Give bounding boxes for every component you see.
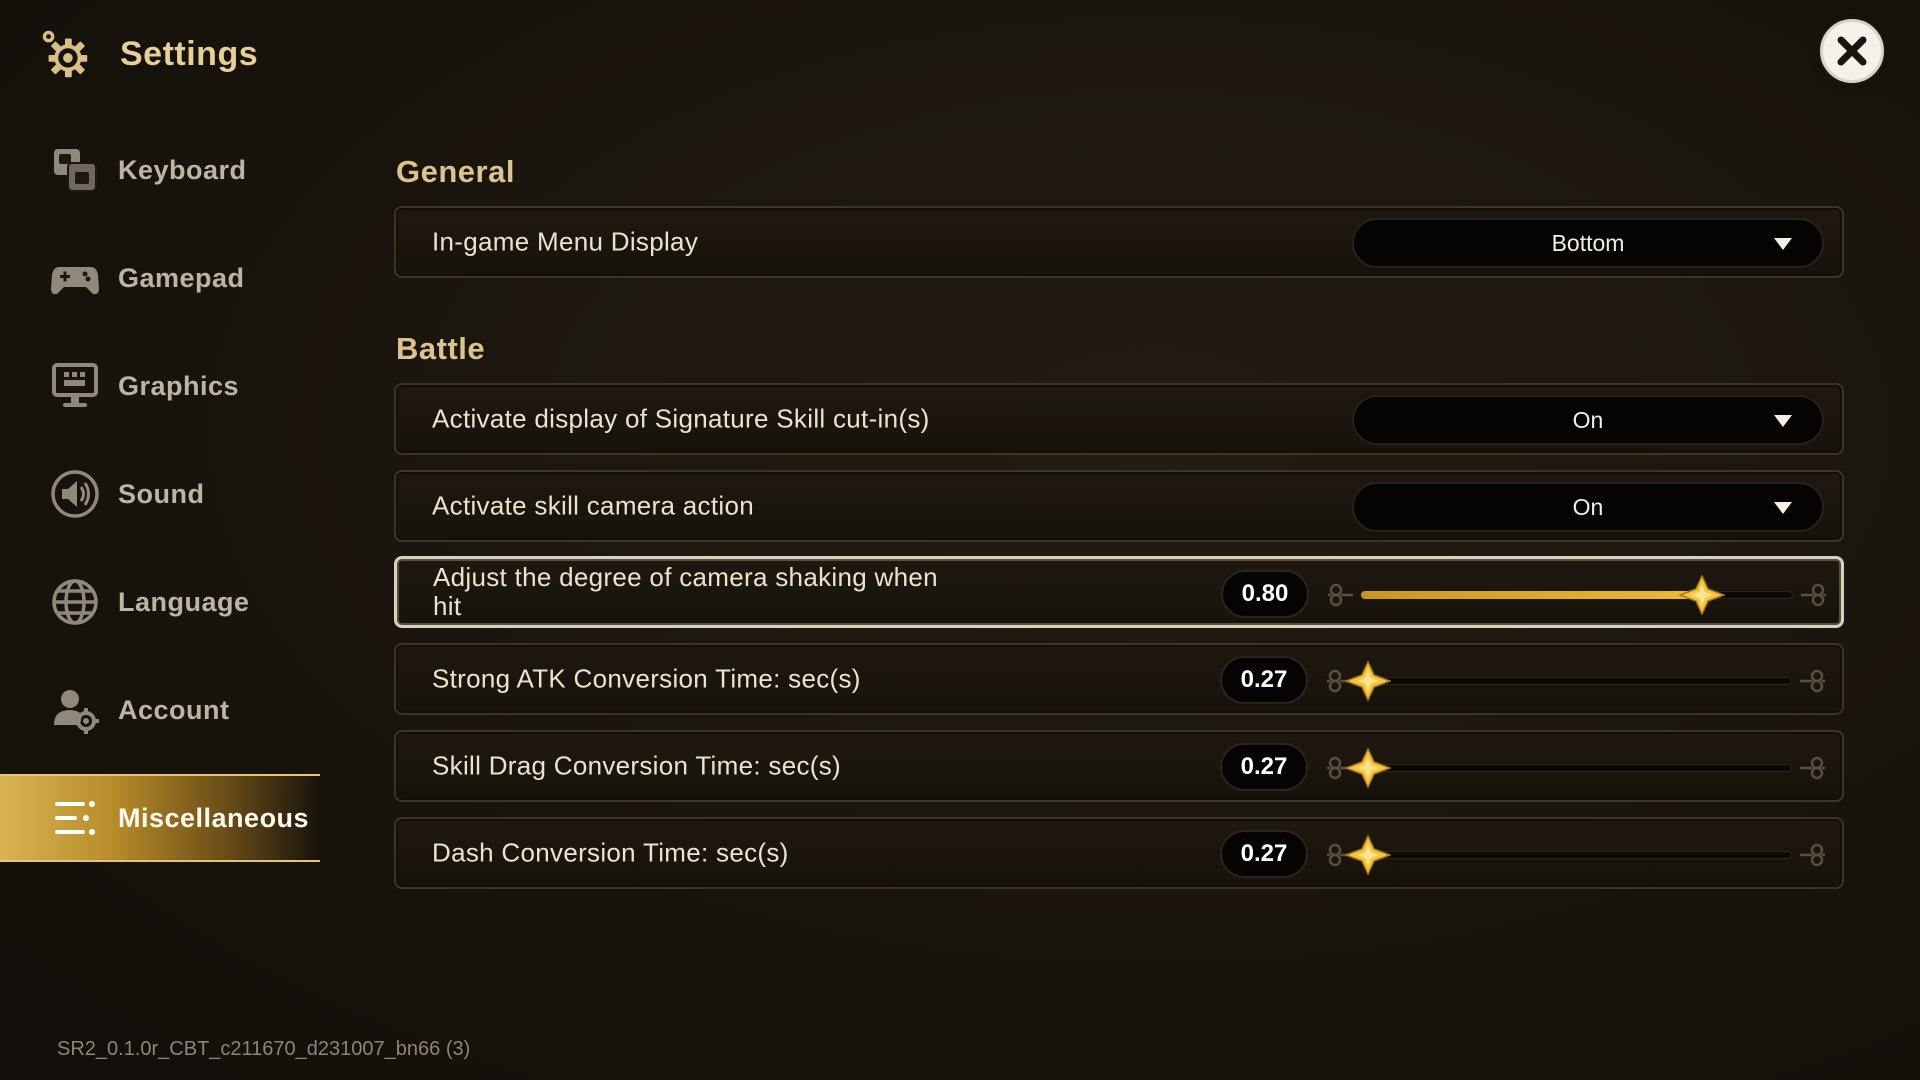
sidebar-item-graphics[interactable]: Graphics	[0, 342, 320, 430]
dropdown-value: Bottom	[1551, 229, 1625, 256]
version-text: SR2_0.1.0r_CBT_c211670_d231007_bn66 (3)	[57, 1038, 471, 1060]
camera-shake-value: 0.80	[1221, 570, 1309, 618]
sidebar-item-sound[interactable]: Sound	[0, 450, 320, 538]
gamepad-icon	[48, 251, 102, 305]
camera-shake-slider[interactable]	[1327, 573, 1827, 617]
dropdown-value: On	[1572, 406, 1604, 433]
dash-slider[interactable]	[1326, 833, 1826, 877]
sidebar-item-label: Language	[118, 586, 250, 617]
sidebar-item-language[interactable]: Language	[0, 558, 320, 646]
speaker-icon	[48, 467, 102, 521]
slider-thumb-icon[interactable]	[1677, 574, 1726, 616]
slider-cap-right-icon	[1796, 667, 1826, 695]
slider-thumb-icon[interactable]	[1343, 660, 1393, 702]
sidebar-item-label: Account	[118, 694, 230, 725]
menu-display-dropdown[interactable]: Bottom	[1352, 218, 1824, 268]
setting-label: In-game Menu Display	[432, 226, 699, 257]
section-title-battle: Battle	[396, 331, 486, 366]
setting-row-signature-cutin: Activate display of Signature Skill cut-…	[394, 383, 1844, 455]
slider-cap-right-icon	[1796, 841, 1826, 869]
skill-drag-slider[interactable]	[1326, 746, 1826, 790]
sidebar-item-label: Sound	[118, 478, 205, 509]
setting-row-skill-drag: Skill Drag Conversion Time: sec(s) 0.27	[394, 730, 1844, 802]
setting-label: Activate display of Signature Skill cut-…	[432, 403, 930, 434]
setting-row-skill-camera: Activate skill camera action On	[394, 470, 1844, 542]
sidebar-item-label: Graphics	[118, 370, 240, 401]
skill-drag-value: 0.27	[1220, 743, 1308, 791]
slider-track	[1360, 851, 1792, 859]
sidebar-item-label: Miscellaneous	[118, 802, 310, 833]
globe-icon	[48, 575, 102, 629]
setting-label: Activate skill camera action	[432, 490, 754, 521]
sidebar-item-account[interactable]: Account	[0, 666, 320, 754]
signature-cutin-dropdown[interactable]: On	[1352, 395, 1824, 445]
slider-cap-right-icon	[1796, 754, 1826, 782]
close-button[interactable]	[1820, 19, 1884, 83]
sidebar-item-gamepad[interactable]: Gamepad	[0, 234, 320, 322]
setting-label: Dash Conversion Time: sec(s)	[432, 837, 789, 868]
slider-cap-right-icon	[1797, 581, 1827, 609]
account-icon	[48, 683, 102, 737]
setting-row-strong-atk: Strong ATK Conversion Time: sec(s) 0.27	[394, 643, 1844, 715]
slider-track	[1360, 764, 1792, 772]
header: Settings	[36, 22, 258, 86]
slider-thumb-icon[interactable]	[1343, 834, 1393, 876]
monitor-icon	[48, 359, 102, 413]
slider-track	[1360, 677, 1792, 685]
sidebar: Keyboard Gamepad Graphics Sound Language…	[0, 126, 320, 882]
list-icon	[48, 791, 102, 845]
slider-cap-left-icon	[1327, 581, 1357, 609]
section-title-general: General	[396, 154, 515, 189]
setting-row-menu-display: In-game Menu Display Bottom	[394, 206, 1844, 278]
chevron-down-icon	[1774, 238, 1792, 250]
slider-thumb-icon[interactable]	[1343, 747, 1393, 789]
chevron-down-icon	[1774, 502, 1792, 514]
close-icon	[1837, 36, 1867, 66]
gear-icon	[42, 30, 88, 78]
chevron-down-icon	[1774, 415, 1792, 427]
setting-label: Skill Drag Conversion Time: sec(s)	[432, 750, 841, 781]
slider-fill	[1361, 591, 1702, 599]
dropdown-value: On	[1572, 493, 1604, 520]
strong-atk-value: 0.27	[1220, 656, 1308, 704]
page-title: Settings	[120, 34, 259, 73]
setting-row-camera-shake: Adjust the degree of camera shaking when…	[394, 556, 1844, 628]
sidebar-item-keyboard[interactable]: Keyboard	[0, 126, 320, 214]
setting-label: Strong ATK Conversion Time: sec(s)	[432, 663, 861, 694]
sidebar-item-label: Gamepad	[118, 262, 245, 293]
sidebar-item-miscellaneous[interactable]: Miscellaneous	[0, 774, 320, 862]
sidebar-item-label: Keyboard	[118, 154, 247, 185]
dash-value: 0.27	[1220, 830, 1308, 878]
skill-camera-dropdown[interactable]: On	[1352, 482, 1824, 532]
strong-atk-slider[interactable]	[1326, 659, 1826, 703]
setting-label: Adjust the degree of camera shaking when…	[433, 562, 938, 621]
setting-row-dash: Dash Conversion Time: sec(s) 0.27	[394, 817, 1844, 889]
keyboard-icon	[48, 143, 102, 197]
